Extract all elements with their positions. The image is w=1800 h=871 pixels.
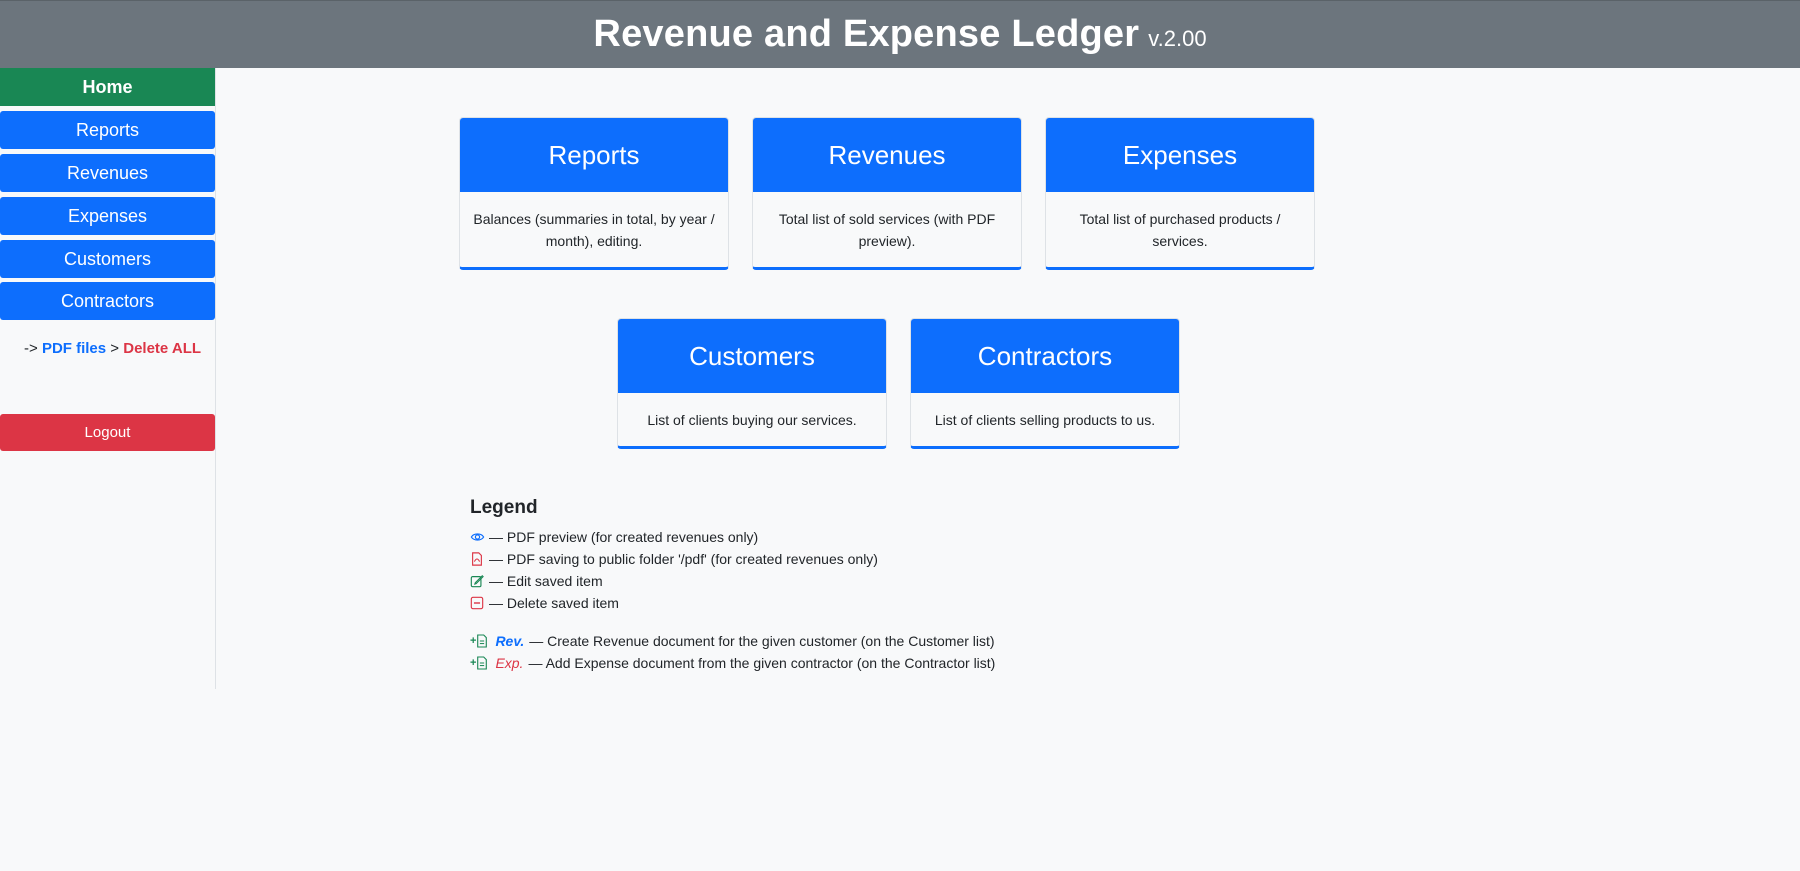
card-title: Contractors (911, 319, 1179, 393)
legend: Legend — PDF preview (for created revenu… (470, 497, 995, 674)
card-contractors[interactable]: Contractors List of clients selling prod… (910, 318, 1180, 449)
card-customers[interactable]: Customers List of clients buying our ser… (617, 318, 887, 449)
card-description: Balances (summaries in total, by year / … (473, 211, 715, 249)
legend-text: — Delete saved item (489, 595, 619, 611)
legend-item: — Edit saved item (470, 570, 995, 592)
add-document-icon (476, 656, 490, 670)
legend-text: — PDF saving to public folder '/pdf' (fo… (489, 551, 878, 567)
delete-icon (470, 596, 484, 610)
card-title: Expenses (1046, 118, 1314, 192)
eye-icon (470, 530, 485, 544)
sidebar-item-reports[interactable]: Reports (0, 111, 215, 149)
sidebar-item-revenues[interactable]: Revenues (0, 154, 215, 192)
sidebar-item-customers[interactable]: Customers (0, 240, 215, 278)
card-description: List of clients buying our services. (647, 412, 857, 428)
app-version: v.2.00 (1148, 25, 1207, 51)
separator-text: > (110, 340, 120, 357)
card-expenses[interactable]: Expenses Total list of purchased product… (1045, 117, 1315, 270)
card-title: Revenues (753, 118, 1021, 192)
logout-button[interactable]: Logout (0, 414, 215, 451)
legend-text: — PDF preview (for created revenues only… (489, 529, 759, 545)
card-description: Total list of purchased products / servi… (1079, 211, 1281, 249)
card-description: Total list of sold services (with PDF pr… (778, 211, 996, 249)
sidebar-item-home[interactable]: Home (0, 68, 215, 106)
card-title: Customers (618, 319, 886, 393)
legend-item: — PDF preview (for created revenues only… (470, 526, 995, 548)
legend-text: — Edit saved item (489, 573, 603, 589)
card-title: Reports (460, 118, 728, 192)
card-revenues[interactable]: Revenues Total list of sold services (wi… (752, 117, 1022, 270)
sidebar-item-expenses[interactable]: Expenses (0, 197, 215, 235)
legend-action: + Rev. — Create Revenue document for the… (470, 630, 995, 652)
legend-title: Legend (470, 497, 538, 518)
sidebar: Home Reports Revenues Expenses Customers… (0, 68, 216, 689)
add-document-icon (476, 634, 490, 648)
pdf-files-link[interactable]: PDF files (42, 340, 106, 357)
delete-all-link[interactable]: Delete ALL (123, 340, 201, 357)
legend-item: — PDF saving to public folder '/pdf' (fo… (470, 548, 995, 570)
app-title: Revenue and Expense Ledger (593, 13, 1140, 55)
sidebar-item-contractors[interactable]: Contractors (0, 282, 215, 320)
pdf-file-icon (470, 552, 484, 566)
edit-icon (470, 574, 484, 588)
arrow-text: -> (24, 340, 38, 357)
legend-item: — Delete saved item (470, 592, 995, 614)
expense-tag: Exp. (495, 655, 524, 671)
legend-action: + Exp. — Add Expense document from the g… (470, 652, 995, 674)
legend-action-text: — Create Revenue document for the given … (529, 633, 995, 649)
card-reports[interactable]: Reports Balances (summaries in total, by… (459, 117, 729, 270)
card-description: List of clients selling products to us. (934, 412, 1156, 428)
revenue-tag: Rev. (495, 633, 525, 649)
app-header: Revenue and Expense Ledger v.2.00 (0, 0, 1800, 68)
legend-spacer (470, 614, 995, 630)
pdf-links: -> PDF files > Delete ALL (24, 340, 201, 357)
legend-action-text: — Add Expense document from the given co… (528, 655, 996, 671)
